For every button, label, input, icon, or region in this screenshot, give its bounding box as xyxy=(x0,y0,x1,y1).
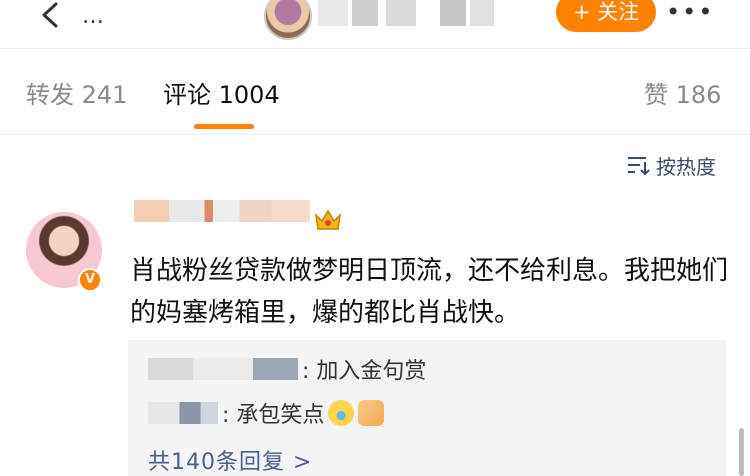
view-all-replies-link[interactable]: 共140条回复 > xyxy=(148,444,312,476)
reply-text: : 承包笑点 xyxy=(222,403,325,428)
comment-text: 肖战粉丝贷款做梦明日顶流，还不给利息。我把她们的妈塞烤箱里，爆的都比肖战快。 xyxy=(130,256,729,328)
replies-box: : 加入金句赏 : 承包笑点 共140条回复 > xyxy=(128,340,726,476)
poster-avatar[interactable] xyxy=(264,0,312,40)
reply-text: : 加入金句赏 xyxy=(302,359,427,384)
sort-by-hot-button[interactable]: 按热度 xyxy=(626,150,716,180)
poster-name-redacted xyxy=(318,0,348,26)
scrollbar[interactable] xyxy=(739,428,744,476)
laugh-emoji-icon xyxy=(328,400,355,426)
active-tab-indicator xyxy=(194,124,254,129)
poster-name-redacted xyxy=(440,0,466,26)
divider xyxy=(0,48,750,49)
tab-likes[interactable]: 赞 186 xyxy=(644,78,721,112)
divider xyxy=(0,134,750,135)
tab-repost[interactable]: 转发 241 xyxy=(26,78,127,112)
crown-icon xyxy=(314,209,342,230)
more-options-icon[interactable]: ••• xyxy=(666,0,714,26)
reply-item[interactable]: : 加入金句赏 xyxy=(148,352,426,386)
poster-name-redacted xyxy=(352,0,378,26)
verified-badge: V xyxy=(78,268,102,292)
follow-button[interactable]: + 关注 xyxy=(556,0,656,32)
commenter-name-redacted[interactable] xyxy=(134,200,310,222)
sort-label: 按热度 xyxy=(656,154,716,179)
sort-icon xyxy=(628,157,650,176)
more-icon[interactable]: … xyxy=(82,2,105,32)
reply-author-redacted xyxy=(148,358,298,380)
reply-item[interactable]: : 承包笑点 xyxy=(148,396,385,430)
poster-name-redacted xyxy=(470,0,494,26)
reply-author-redacted xyxy=(148,402,218,424)
tab-comments[interactable]: 评论 1004 xyxy=(163,78,280,112)
chevron-left-icon[interactable] xyxy=(38,2,64,28)
top-bar: … + 关注 ••• xyxy=(0,0,750,40)
pray-emoji-icon xyxy=(358,400,385,426)
poster-name-redacted xyxy=(386,0,416,26)
